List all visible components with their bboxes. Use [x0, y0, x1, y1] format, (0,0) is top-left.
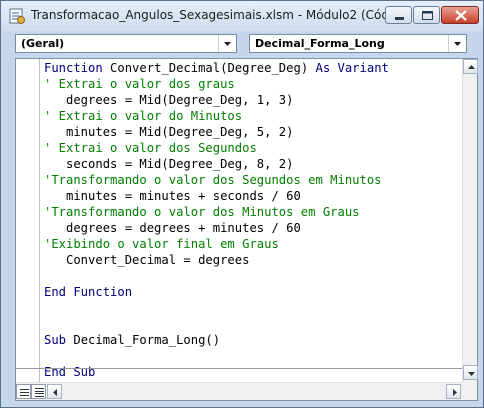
code-comment: ' Extrai o valor dos Segundos — [44, 141, 257, 155]
scroll-left-icon — [53, 389, 57, 396]
scroll-left-button[interactable] — [47, 384, 62, 399]
code-area[interactable]: Function Convert_Decimal(Degree_Deg) As … — [44, 60, 389, 380]
code-line[interactable]: ' Extrai o valor do Minutos — [44, 108, 389, 124]
procedure-view-icon — [20, 389, 29, 396]
code-comment: ' Extrai o valor dos graus — [44, 77, 235, 91]
window-title: Transformacao_Angulos_Sexagesimais.xlsm … — [31, 8, 412, 22]
code-line[interactable] — [44, 316, 389, 332]
code-line[interactable]: 'Transformando o valor dos Segundos em M… — [44, 172, 389, 188]
code-line[interactable]: End Sub — [44, 364, 389, 380]
vba-module-icon — [8, 7, 26, 25]
maximize-icon — [422, 11, 433, 20]
code-comment: 'Transformando o valor dos Minutos em Gr… — [44, 205, 360, 219]
code-editor[interactable]: Function Convert_Decimal(Degree_Deg) As … — [15, 58, 478, 401]
maximize-button[interactable] — [413, 6, 440, 24]
vba-code-window: Transformacao_Angulos_Sexagesimais.xlsm … — [0, 0, 484, 408]
object-dropdown[interactable]: (Geral) — [15, 34, 237, 53]
close-icon — [455, 10, 467, 21]
procedure-dropdown-value: Decimal_Forma_Long — [255, 37, 385, 50]
code-line[interactable]: ' Extrai o valor dos graus — [44, 76, 389, 92]
close-button[interactable] — [441, 6, 479, 24]
scroll-up-icon — [468, 65, 475, 69]
code-keyword: Function — [44, 61, 111, 75]
code-text: degrees = degrees + minutes / 60 — [44, 221, 301, 235]
procedure-dropdown-arrow[interactable] — [448, 35, 466, 52]
minimize-button[interactable] — [385, 6, 412, 24]
code-line[interactable]: Convert_Decimal = degrees — [44, 252, 389, 268]
minimize-icon — [395, 17, 404, 20]
scroll-right-icon — [453, 389, 457, 396]
code-keyword: Sub — [44, 333, 74, 347]
margin-indicator-bar — [39, 59, 40, 382]
code-line[interactable]: degrees = degrees + minutes / 60 — [44, 220, 389, 236]
code-text: degrees = Mid(Degree_Deg, 1, 3) — [44, 93, 294, 107]
object-dropdown-arrow[interactable] — [218, 35, 236, 52]
code-text: Convert_Decimal = degrees — [44, 253, 250, 267]
code-text: Decimal_Forma_Long() — [73, 333, 221, 347]
full-module-view-icon — [35, 388, 44, 397]
code-line[interactable]: 'Transformando o valor dos Minutos em Gr… — [44, 204, 389, 220]
code-keyword: As Variant — [315, 61, 389, 75]
procedure-separator — [16, 368, 462, 369]
code-line[interactable]: Function Convert_Decimal(Degree_Deg) As … — [44, 60, 389, 76]
code-line[interactable]: 'Exibindo o valor final em Graus — [44, 236, 389, 252]
code-keyword: End Function — [44, 285, 133, 299]
procedure-view-button[interactable] — [16, 384, 31, 399]
code-line[interactable]: Sub Decimal_Forma_Long() — [44, 332, 389, 348]
scroll-right-button[interactable] — [446, 384, 461, 399]
code-text: minutes = minutes + seconds / 60 — [44, 189, 301, 203]
code-line[interactable]: minutes = Mid(Degree_Deg, 5, 2) — [44, 124, 389, 140]
code-line[interactable]: seconds = Mid(Degree_Deg, 8, 2) — [44, 156, 389, 172]
code-text: seconds = Mid(Degree_Deg, 8, 2) — [44, 157, 294, 171]
chevron-down-icon — [224, 42, 231, 46]
scroll-down-icon — [468, 372, 475, 376]
code-line[interactable] — [44, 348, 389, 364]
chevron-down-icon — [454, 42, 461, 46]
code-text: minutes = Mid(Degree_Deg, 5, 2) — [44, 125, 294, 139]
code-line[interactable]: End Function — [44, 284, 389, 300]
code-line[interactable] — [44, 300, 389, 316]
code-comment: ' Extrai o valor do Minutos — [44, 109, 243, 123]
title-bar[interactable]: Transformacao_Angulos_Sexagesimais.xlsm … — [1, 1, 483, 31]
code-line[interactable]: degrees = Mid(Degree_Deg, 1, 3) — [44, 92, 389, 108]
code-comment: 'Exibindo o valor final em Graus — [44, 237, 279, 251]
code-line[interactable] — [44, 268, 389, 284]
full-module-view-button[interactable] — [31, 384, 46, 399]
horizontal-scrollbar[interactable] — [16, 382, 462, 400]
code-line[interactable]: ' Extrai o valor dos Segundos — [44, 140, 389, 156]
scrollbar-corner — [462, 382, 477, 400]
code-text: Convert_Decimal(Degree_Deg) — [110, 61, 316, 75]
scroll-up-button[interactable] — [463, 59, 478, 74]
object-dropdown-value: (Geral) — [21, 37, 65, 50]
vertical-scrollbar[interactable] — [462, 59, 478, 382]
procedure-dropdown[interactable]: Decimal_Forma_Long — [249, 34, 467, 53]
code-line[interactable]: minutes = minutes + seconds / 60 — [44, 188, 389, 204]
scroll-down-button[interactable] — [463, 365, 478, 380]
code-comment: 'Transformando o valor dos Segundos em M… — [44, 173, 382, 187]
